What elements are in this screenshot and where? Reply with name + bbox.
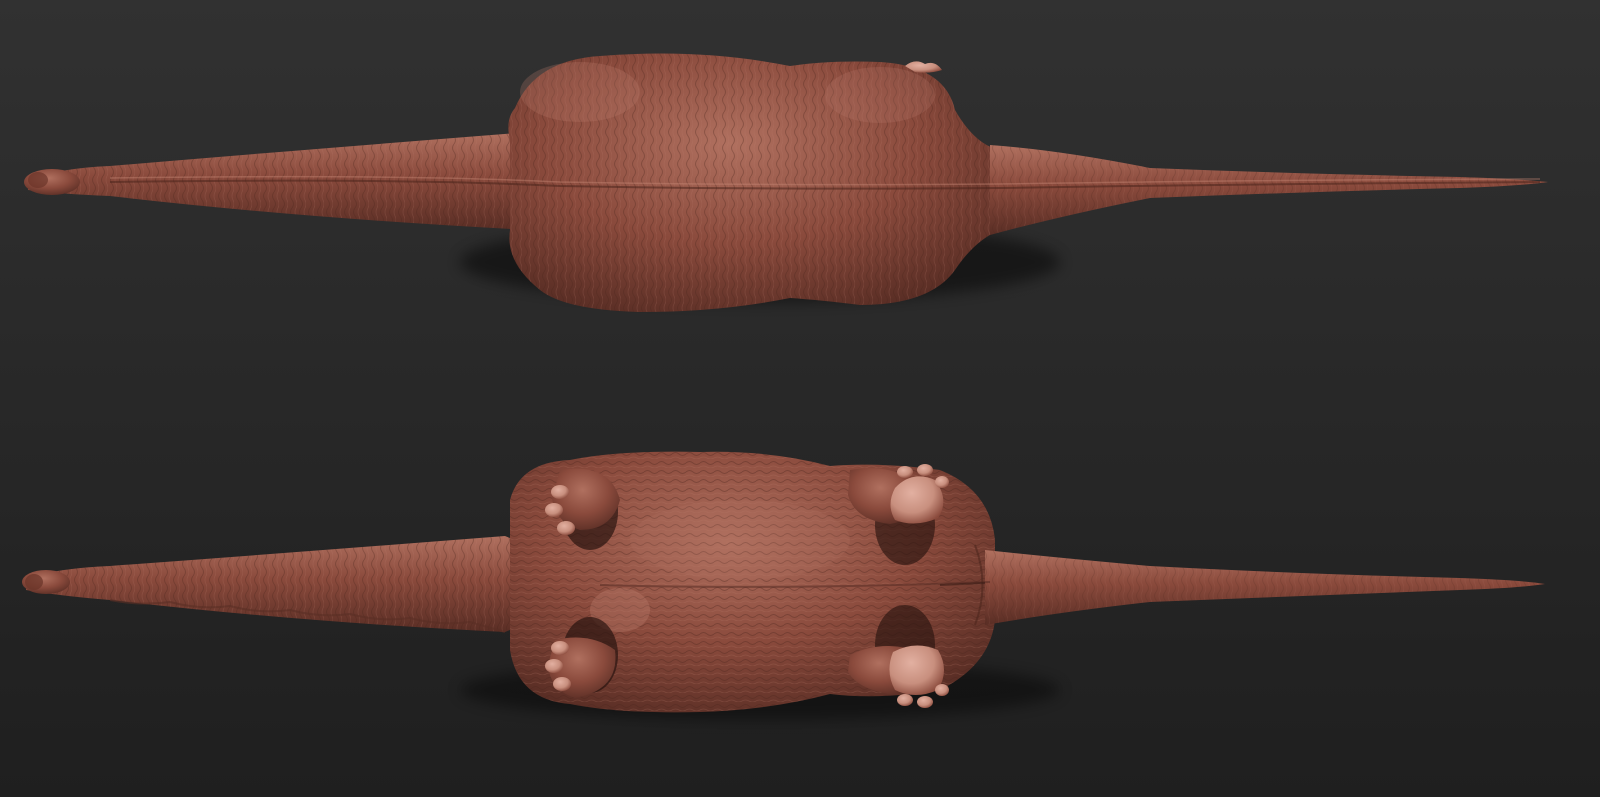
- viewport-3d[interactable]: [0, 0, 1600, 797]
- sculpt-render: [0, 0, 1600, 797]
